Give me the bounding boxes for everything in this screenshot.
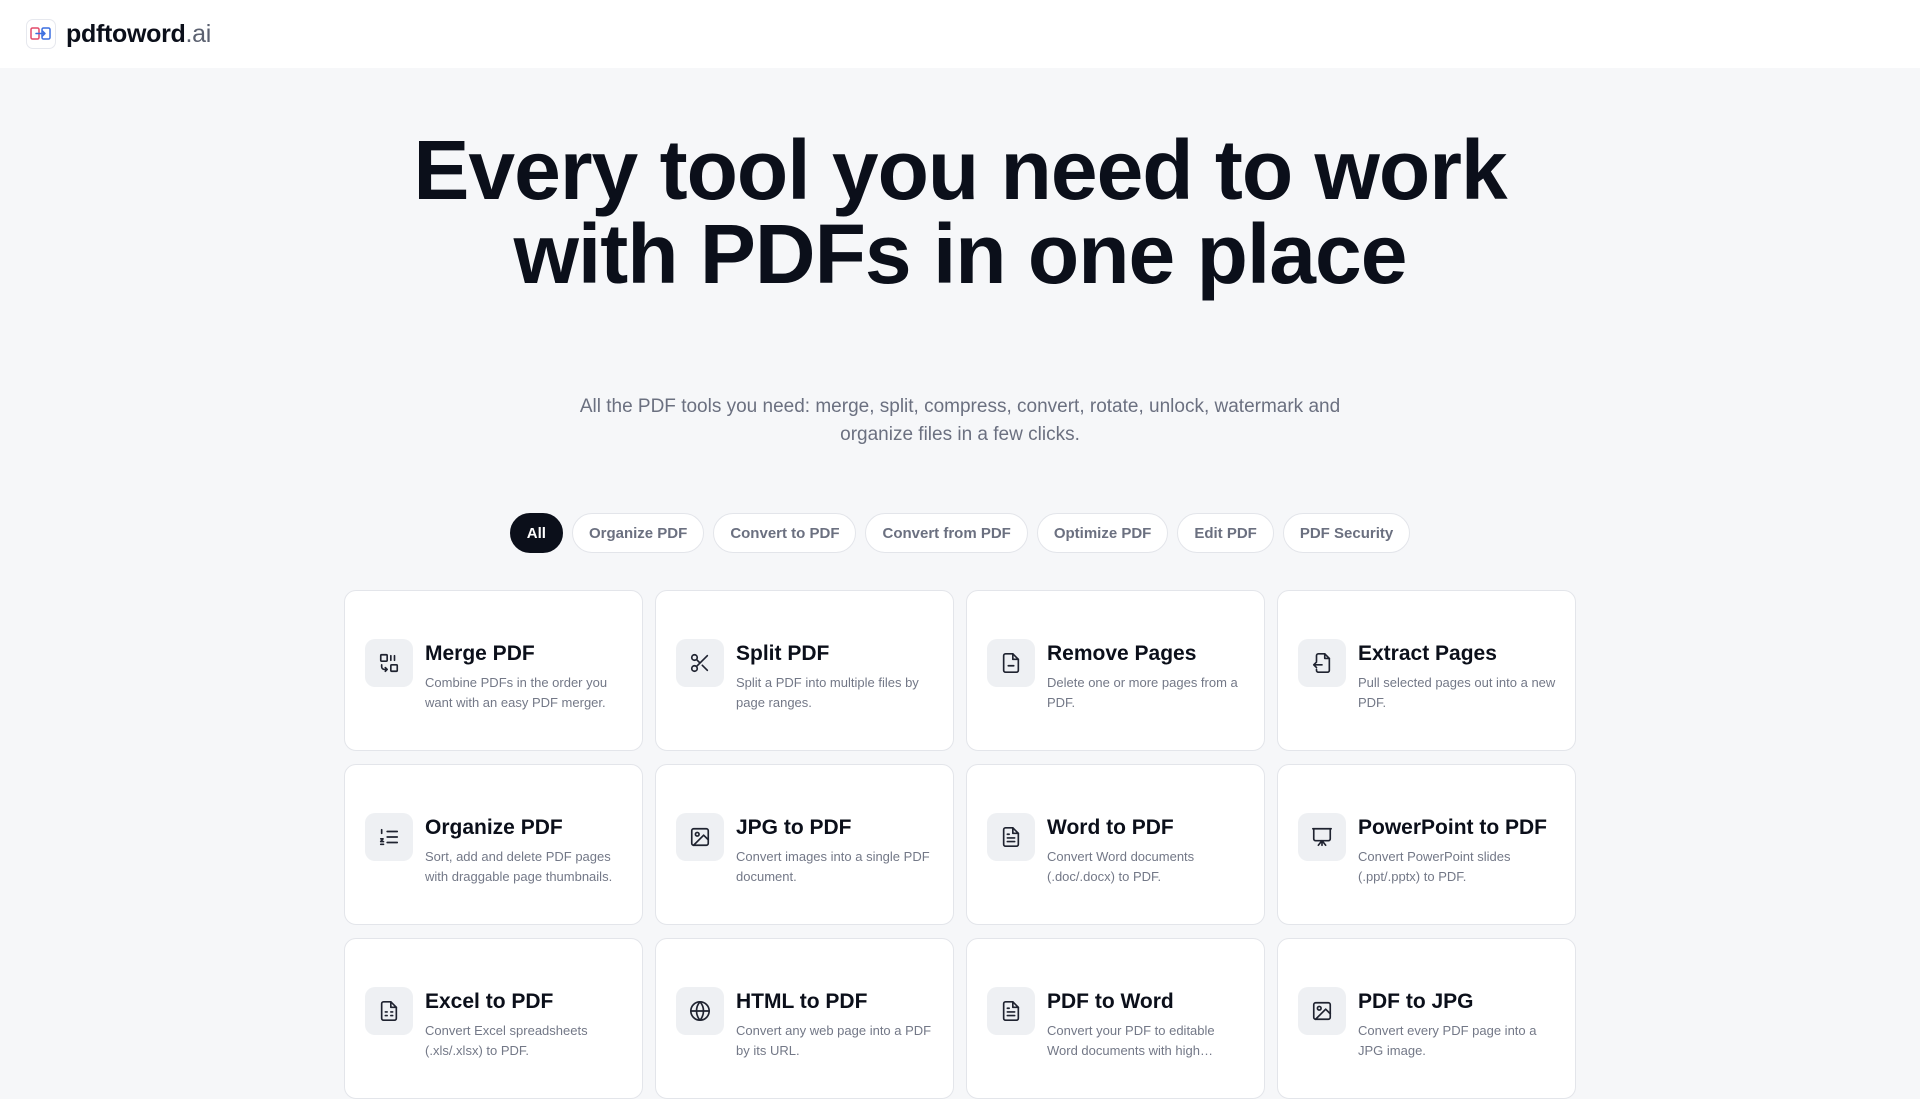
- tools-grid: Merge PDF Combine PDFs in the order you …: [344, 590, 1576, 1099]
- tool-description: Convert any web page into a PDF by its U…: [736, 1023, 932, 1058]
- tool-title: Word to PDF: [1047, 816, 1174, 839]
- document-icon: [987, 813, 1035, 861]
- tab-pdf-security[interactable]: PDF Security: [1282, 513, 1411, 553]
- tool-title: PDF to Word: [1047, 990, 1174, 1013]
- tool-title: Excel to PDF: [425, 990, 554, 1013]
- site-header: pdftoword.ai: [0, 0, 1920, 68]
- spreadsheet-icon: [365, 987, 413, 1035]
- tool-card-powerpoint-to-pdf[interactable]: PowerPoint to PDF Convert PowerPoint sli…: [1277, 764, 1576, 925]
- tool-title: Extract Pages: [1358, 642, 1497, 665]
- tool-title: Merge PDF: [425, 642, 535, 665]
- image-icon: [1298, 987, 1346, 1035]
- tool-card-split-pdf[interactable]: Split PDF Split a PDF into multiple file…: [655, 590, 954, 751]
- category-tabs: All Organize PDF Convert to PDF Convert …: [0, 513, 1920, 553]
- tool-card-merge-pdf[interactable]: Merge PDF Combine PDFs in the order you …: [344, 590, 643, 751]
- tool-description: Split a PDF into multiple files by page …: [736, 675, 919, 710]
- tool-card-jpg-to-pdf[interactable]: JPG to PDF Convert images into a single …: [655, 764, 954, 925]
- tool-card-extract-pages[interactable]: Extract Pages Pull selected pages out in…: [1277, 590, 1576, 751]
- image-icon: [676, 813, 724, 861]
- brand-name[interactable]: pdftoword.ai: [66, 20, 211, 49]
- tool-title: Split PDF: [736, 642, 830, 665]
- tool-title: JPG to PDF: [736, 816, 852, 839]
- logo-icon[interactable]: [26, 19, 56, 49]
- merge-icon: [365, 639, 413, 687]
- tool-title: Remove Pages: [1047, 642, 1197, 665]
- globe-icon: [676, 987, 724, 1035]
- tool-description: Convert PowerPoint slides (.ppt/.pptx) t…: [1358, 849, 1511, 884]
- tool-title: HTML to PDF: [736, 990, 868, 1013]
- tool-description: Convert Word documents (.doc/.docx) to P…: [1047, 849, 1195, 884]
- tool-description: Sort, add and delete PDF pages with drag…: [425, 849, 613, 884]
- tab-organize-pdf[interactable]: Organize PDF: [571, 513, 705, 553]
- tab-convert-from-pdf[interactable]: Convert from PDF: [865, 513, 1028, 553]
- tool-card-pdf-to-word[interactable]: PDF to Word Convert your PDF to editable…: [966, 938, 1265, 1099]
- tab-all[interactable]: All: [509, 513, 563, 553]
- tab-optimize-pdf[interactable]: Optimize PDF: [1036, 513, 1169, 553]
- document-icon: [987, 987, 1035, 1035]
- tool-card-excel-to-pdf[interactable]: Excel to PDF Convert Excel spreadsheets …: [344, 938, 643, 1099]
- tool-card-remove-pages[interactable]: Remove Pages Delete one or more pages fr…: [966, 590, 1265, 751]
- tool-description: Convert Excel spreadsheets (.xls/.xlsx) …: [425, 1023, 588, 1058]
- tool-description: Convert images into a single PDF documen…: [736, 849, 930, 884]
- presentation-icon: [1298, 813, 1346, 861]
- list-ordered-icon: [365, 813, 413, 861]
- tab-convert-to-pdf[interactable]: Convert to PDF: [713, 513, 857, 553]
- file-export-icon: [1298, 639, 1346, 687]
- tool-description: Convert every PDF page into a JPG image.: [1358, 1023, 1537, 1058]
- tool-description: Pull selected pages out into a new PDF.: [1358, 675, 1556, 710]
- tool-title: PowerPoint to PDF: [1358, 816, 1547, 839]
- tool-card-organize-pdf[interactable]: Organize PDF Sort, add and delete PDF pa…: [344, 764, 643, 925]
- tool-description: Combine PDFs in the order you want with …: [425, 675, 608, 710]
- tool-card-pdf-to-jpg[interactable]: PDF to JPG Convert every PDF page into a…: [1277, 938, 1576, 1099]
- tab-edit-pdf[interactable]: Edit PDF: [1177, 513, 1274, 553]
- tool-title: Organize PDF: [425, 816, 563, 839]
- tool-description: Convert your PDF to editable Word docume…: [1047, 1023, 1215, 1058]
- page-title: Every tool you need to work with PDFs in…: [413, 123, 1507, 301]
- tool-card-word-to-pdf[interactable]: Word to PDF Convert Word documents (.doc…: [966, 764, 1265, 925]
- tool-card-html-to-pdf[interactable]: HTML to PDF Convert any web page into a …: [655, 938, 954, 1099]
- tool-description: Delete one or more pages from a PDF.: [1047, 675, 1238, 710]
- tool-title: PDF to JPG: [1358, 990, 1474, 1013]
- scissors-icon: [676, 639, 724, 687]
- file-icon: [987, 639, 1035, 687]
- page-subtitle: All the PDF tools you need: merge, split…: [579, 396, 1341, 445]
